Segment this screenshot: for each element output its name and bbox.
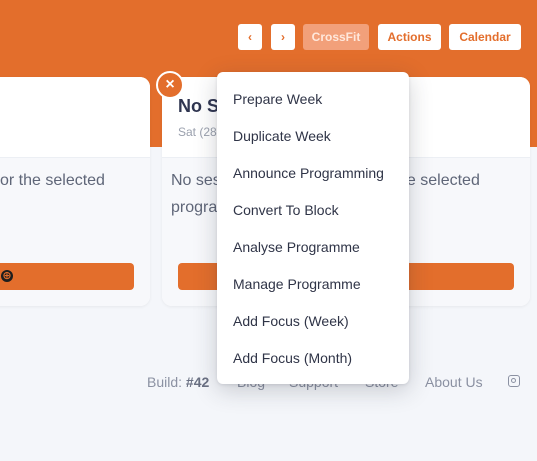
plus-circle-icon: ⊕ (1, 270, 13, 282)
menu-item-announce-programming[interactable]: Announce Programming (233, 165, 384, 181)
menu-item-manage-programme[interactable]: Manage Programme (233, 276, 361, 292)
empty-session-message-tail: ne selected (398, 172, 480, 189)
menu-item-analyse-programme[interactable]: Analyse Programme (233, 239, 360, 255)
prev-week-button[interactable]: ‹ (238, 24, 262, 50)
close-icon[interactable]: × (156, 71, 184, 99)
day-card-date: Sat (28 (178, 125, 217, 139)
actions-dropdown-menu: Prepare Week Duplicate Week Announce Pro… (217, 72, 409, 384)
chevron-right-icon: › (281, 30, 285, 44)
empty-session-message: or the selected (0, 172, 105, 189)
empty-session-message: No ses progra (171, 172, 221, 216)
calendar-button[interactable]: Calendar (449, 24, 521, 50)
add-session-button[interactable] (0, 263, 134, 290)
build-info: Build: #42 (147, 374, 210, 390)
next-week-button[interactable]: › (271, 24, 295, 50)
program-selector-button[interactable]: CrossFit (303, 24, 369, 50)
footer-link-about[interactable]: About Us (425, 374, 483, 390)
day-card: or the selected (0, 77, 150, 306)
menu-item-convert-to-block[interactable]: Convert To Block (233, 202, 339, 218)
day-card-header (0, 77, 150, 158)
instagram-icon[interactable] (508, 375, 520, 387)
menu-item-duplicate-week[interactable]: Duplicate Week (233, 128, 331, 144)
menu-item-prepare-week[interactable]: Prepare Week (233, 91, 322, 107)
menu-item-add-focus-month[interactable]: Add Focus (Month) (233, 350, 352, 366)
actions-button[interactable]: Actions (378, 24, 441, 50)
menu-item-add-focus-week[interactable]: Add Focus (Week) (233, 313, 349, 329)
chevron-left-icon: ‹ (248, 30, 252, 44)
